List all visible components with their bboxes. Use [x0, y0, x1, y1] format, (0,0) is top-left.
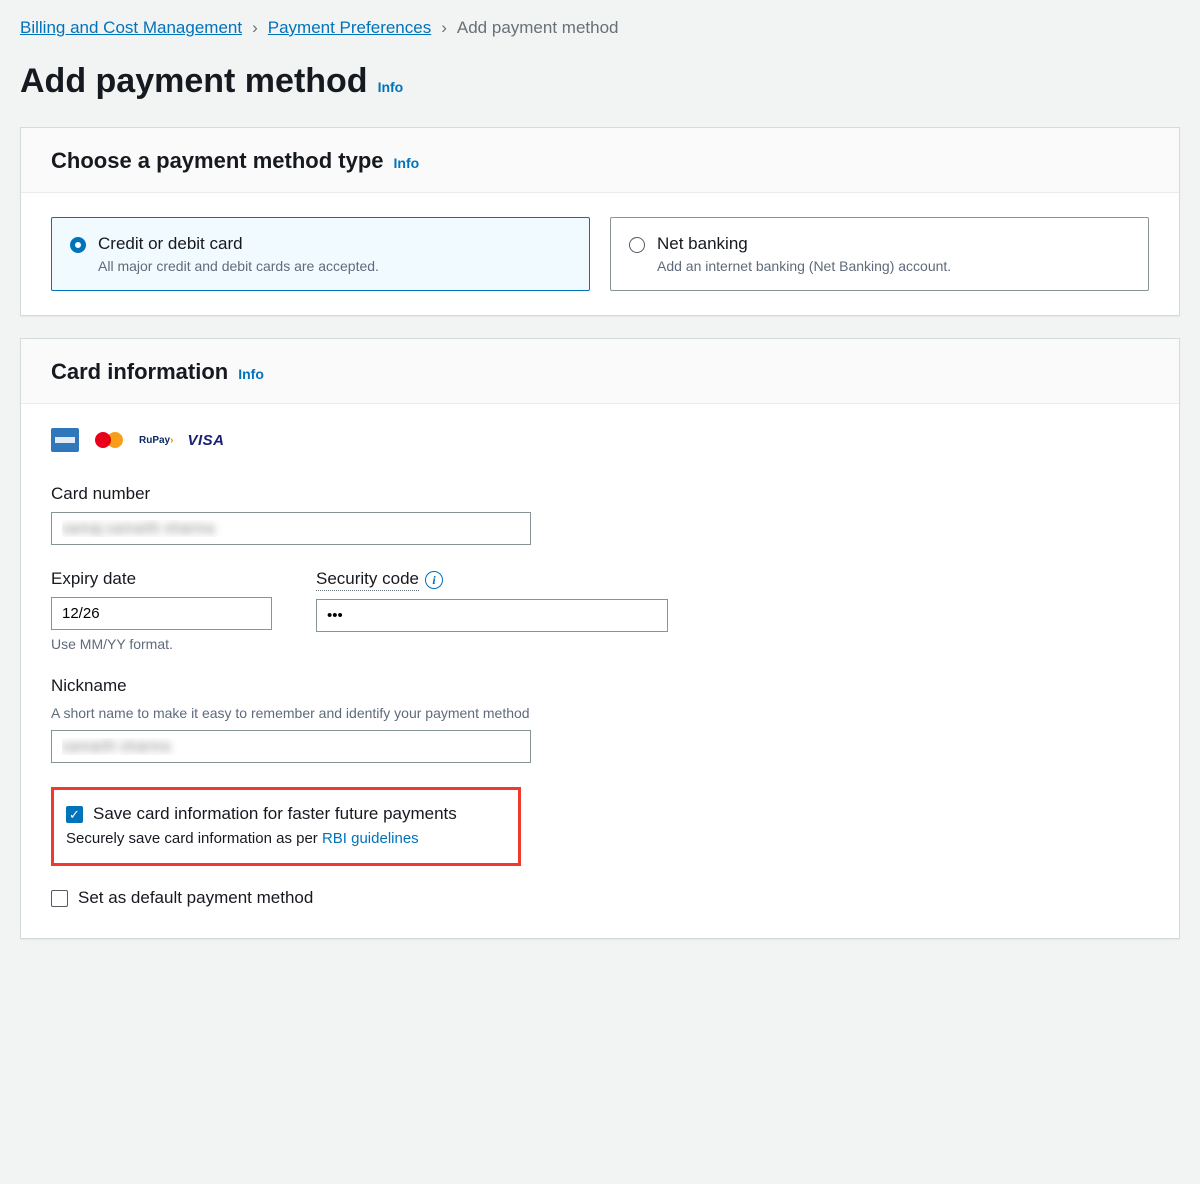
expiry-input[interactable]	[51, 597, 272, 630]
desc-nickname: A short name to make it easy to remember…	[51, 704, 531, 722]
nickname-input[interactable]	[51, 730, 531, 763]
panel-choose-method: Choose a payment method type Info Credit…	[20, 127, 1180, 316]
radio-icon	[629, 237, 645, 253]
info-circle-icon[interactable]: i	[425, 571, 443, 589]
panel-title-choose: Choose a payment method type	[51, 148, 384, 174]
tile-net-banking[interactable]: Net banking Add an internet banking (Net…	[610, 217, 1149, 291]
security-code-input[interactable]	[316, 599, 668, 632]
label-card-number: Card number	[51, 484, 531, 504]
tile-title: Net banking	[657, 234, 951, 254]
checkbox-save-card[interactable]	[66, 806, 83, 823]
panel-title-card-info: Card information	[51, 359, 228, 385]
chevron-right-icon: ›	[441, 18, 447, 38]
hint-expiry: Use MM/YY format.	[51, 636, 272, 652]
info-link[interactable]: Info	[394, 155, 420, 171]
card-number-input[interactable]	[51, 512, 531, 545]
radio-icon	[70, 237, 86, 253]
checkbox-set-default[interactable]	[51, 890, 68, 907]
label-security-code: Security code	[316, 569, 419, 591]
label-expiry: Expiry date	[51, 569, 272, 589]
label-save-card: Save card information for faster future …	[93, 804, 457, 824]
info-link[interactable]: Info	[378, 79, 404, 95]
label-set-default: Set as default payment method	[78, 888, 313, 908]
rupay-icon: RuPay›	[139, 435, 173, 446]
tile-title: Credit or debit card	[98, 234, 379, 254]
breadcrumb: Billing and Cost Management › Payment Pr…	[20, 18, 1180, 38]
mastercard-icon	[93, 430, 125, 450]
page-title: Add payment method	[20, 62, 368, 101]
amex-icon	[51, 428, 79, 452]
tile-desc: All major credit and debit cards are acc…	[98, 258, 379, 274]
link-rbi-guidelines[interactable]: RBI guidelines	[322, 830, 419, 847]
tile-credit-card[interactable]: Credit or debit card All major credit an…	[51, 217, 590, 291]
breadcrumb-current: Add payment method	[457, 18, 619, 38]
panel-card-info: Card information Info RuPay› VISA Card n…	[20, 338, 1180, 939]
info-link[interactable]: Info	[238, 366, 264, 382]
highlight-save-card: Save card information for faster future …	[51, 787, 521, 866]
visa-icon: VISA	[187, 432, 224, 449]
breadcrumb-link-billing[interactable]: Billing and Cost Management	[20, 18, 242, 38]
save-card-subtext: Securely save card information as per	[66, 830, 322, 847]
label-nickname: Nickname	[51, 676, 531, 696]
chevron-right-icon: ›	[252, 18, 258, 38]
breadcrumb-link-payment-preferences[interactable]: Payment Preferences	[268, 18, 431, 38]
tile-desc: Add an internet banking (Net Banking) ac…	[657, 258, 951, 274]
